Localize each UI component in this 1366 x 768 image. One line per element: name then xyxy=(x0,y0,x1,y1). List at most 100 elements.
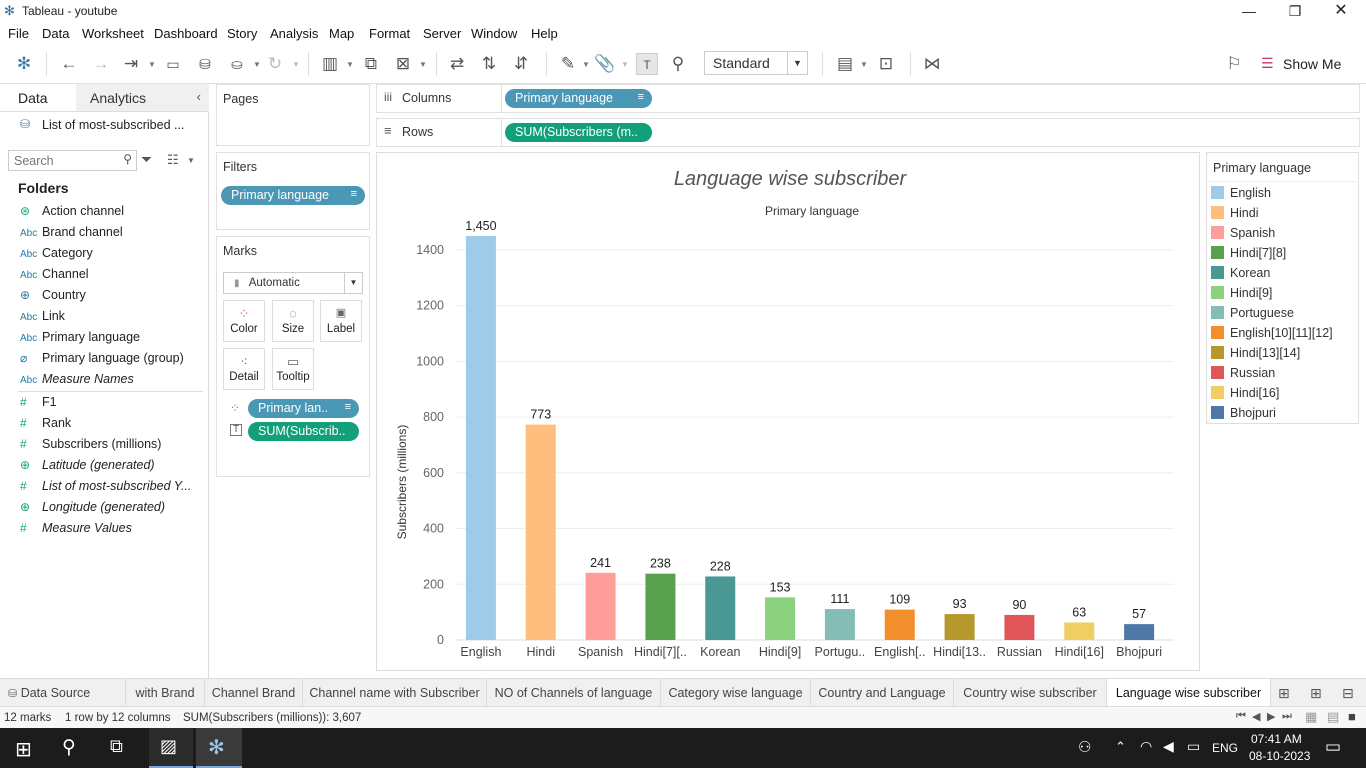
wifi-icon[interactable]: ◠ xyxy=(1140,738,1152,755)
field-latitude[interactable]: ⊕ Latitude (generated) xyxy=(20,458,205,478)
next-sheet-icon[interactable]: ▶ xyxy=(1267,710,1275,723)
save-icon[interactable]: ▭ xyxy=(162,53,184,75)
columns-shelf[interactable]: iii Columns Primary language ≡ xyxy=(376,84,1360,113)
marks-pill-sum-subscribers[interactable]: SUM(Subscrib.. xyxy=(248,422,359,441)
menu-dashboard[interactable]: Dashboard xyxy=(154,26,218,41)
show-me-icon[interactable]: ☰ xyxy=(1261,55,1274,72)
menu-worksheet[interactable]: Worksheet xyxy=(82,26,144,41)
field-brand-channel[interactable]: Abc Brand channel xyxy=(20,225,205,245)
collapse-icon[interactable]: ‹ xyxy=(197,89,201,104)
bar[interactable] xyxy=(1124,624,1155,640)
field-f1[interactable]: # F1 xyxy=(20,395,205,415)
rows-pill-sum-subscribers[interactable]: SUM(Subscribers (m.. xyxy=(505,123,652,142)
legend-item[interactable]: Hindi xyxy=(1211,206,1259,224)
taskbar-photos-app[interactable]: ▨ xyxy=(149,728,193,768)
legend-item[interactable]: Hindi[7][8] xyxy=(1211,246,1286,264)
windows-start-icon[interactable]: ⊞ xyxy=(15,737,32,762)
chevron-down-icon[interactable]: ▼ xyxy=(292,60,300,69)
clock-date[interactable]: 08-10-2023 xyxy=(1249,749,1310,763)
new-story-icon[interactable]: ⊟ xyxy=(1342,685,1354,702)
new-worksheet-icon[interactable]: ▥ xyxy=(319,53,341,75)
last-sheet-icon[interactable]: ⏭ xyxy=(1282,710,1292,723)
field-subscribers[interactable]: # Subscribers (millions) xyxy=(20,437,205,457)
volume-icon[interactable]: ◀ xyxy=(1163,738,1174,755)
view-options-icon[interactable]: ☷ xyxy=(167,152,179,168)
detail-button[interactable]: ⁖ Detail xyxy=(223,348,265,390)
field-longitude[interactable]: ⊕ Longitude (generated) xyxy=(20,500,205,520)
highlight-icon[interactable]: ✎ xyxy=(557,53,579,75)
bar[interactable] xyxy=(525,424,556,640)
chevron-down-icon[interactable]: ▼ xyxy=(860,60,868,69)
legend-item[interactable]: Hindi[13][14] xyxy=(1211,346,1300,364)
chevron-down-icon[interactable]: ▼ xyxy=(148,60,156,69)
pages-shelf[interactable]: Pages xyxy=(216,84,370,146)
datasource-name[interactable]: List of most-subscribed ... xyxy=(42,118,184,132)
menu-format[interactable]: Format xyxy=(369,26,410,41)
bar-chart[interactable]: Language wise subscriber Primary languag… xyxy=(376,152,1200,671)
legend-item[interactable]: English xyxy=(1211,186,1271,204)
menu-file[interactable]: File xyxy=(8,26,29,41)
menu-server[interactable]: Server xyxy=(423,26,461,41)
fit-dropdown[interactable]: Standard ▼ xyxy=(704,51,808,75)
field-rank[interactable]: # Rank xyxy=(20,416,205,436)
chevron-down-icon[interactable]: ▼ xyxy=(253,60,261,69)
clock-time[interactable]: 07:41 AM xyxy=(1251,732,1302,746)
mark-type-dropdown[interactable]: ▮ Automatic ▼ xyxy=(223,272,363,294)
bar[interactable] xyxy=(824,609,855,640)
sheet-tab[interactable]: Category wise language xyxy=(661,679,811,707)
color-button[interactable]: ⁘ Color xyxy=(223,300,265,342)
sheet-sorter-icon[interactable]: ▦ xyxy=(1305,709,1317,725)
show-me-button[interactable]: Show Me xyxy=(1283,56,1341,72)
bar[interactable] xyxy=(465,235,496,640)
tabs-view-icon[interactable]: ■ xyxy=(1348,709,1356,724)
rows-shelf[interactable]: ≡ Rows SUM(Subscribers (m.. xyxy=(376,118,1360,147)
show-cards-icon[interactable]: ▤ xyxy=(834,53,856,75)
chevron-down-icon[interactable]: ▼ xyxy=(787,52,807,74)
field-measure-names[interactable]: Abc Measure Names xyxy=(20,372,205,392)
minimize-button[interactable]: — xyxy=(1226,0,1272,23)
undo-icon[interactable]: ← xyxy=(58,53,80,75)
marks-pill-primary-language[interactable]: Primary lan.. ≡ xyxy=(248,399,359,418)
filmstrip-icon[interactable]: ▤ xyxy=(1327,709,1339,725)
field-country[interactable]: ⊕ Country xyxy=(20,288,205,308)
chevron-down-icon[interactable]: ▼ xyxy=(344,273,362,293)
field-action-channel[interactable]: ⊛ Action channel xyxy=(20,204,205,224)
size-button[interactable]: ◌ Size xyxy=(272,300,314,342)
field-channel[interactable]: Abc Channel xyxy=(20,267,205,287)
field-primary-language-group[interactable]: ⌀ Primary language (group) xyxy=(20,351,205,371)
restore-button[interactable]: ❐ xyxy=(1272,0,1318,23)
chevron-down-icon[interactable]: ▼ xyxy=(419,60,427,69)
filter-icon[interactable]: ⏷ xyxy=(141,151,152,168)
prev-sheet-icon[interactable]: ◀ xyxy=(1252,710,1260,723)
bar[interactable] xyxy=(884,609,915,640)
tab-data-source[interactable]: ⛁ Data Source xyxy=(0,679,126,707)
field-measure-values[interactable]: # Measure Values xyxy=(20,521,205,541)
menu-window[interactable]: Window xyxy=(471,26,517,41)
swap-rows-columns-icon[interactable]: ⇄ xyxy=(446,53,468,75)
tooltip-button[interactable]: ▭ Tooltip xyxy=(272,348,314,390)
tableau-start-icon[interactable]: ✻ xyxy=(13,53,35,75)
language-indicator[interactable]: ENG xyxy=(1212,741,1238,755)
menu-story[interactable]: Story xyxy=(227,26,257,41)
field-primary-language[interactable]: Abc Primary language xyxy=(20,330,205,350)
chevron-down-icon[interactable]: ▼ xyxy=(621,60,629,69)
presentation-mode-icon[interactable]: ⊡ xyxy=(875,53,897,75)
legend-item[interactable]: Hindi[16] xyxy=(1211,386,1279,404)
refresh-icon[interactable]: ↻ xyxy=(264,53,286,75)
duplicate-sheet-icon[interactable]: ⧉ xyxy=(360,53,382,75)
sheet-tab[interactable]: with Brand xyxy=(126,679,205,707)
redo-icon[interactable]: → xyxy=(90,53,112,75)
legend-item[interactable]: Russian xyxy=(1211,366,1275,384)
pin-icon[interactable]: ⚐ xyxy=(1223,53,1245,75)
menu-data[interactable]: Data xyxy=(42,26,69,41)
bar[interactable] xyxy=(1004,614,1035,640)
menu-map[interactable]: Map xyxy=(329,26,354,41)
menu-help[interactable]: Help xyxy=(531,26,558,41)
legend-item[interactable]: Bhojpuri xyxy=(1211,406,1276,424)
sheet-tab[interactable]: Country and Language xyxy=(811,679,954,707)
pause-updates-icon[interactable]: ⛀ xyxy=(226,53,248,75)
tab-analytics[interactable]: Analytics ‹ xyxy=(76,84,209,111)
label-button[interactable]: ▣ Label xyxy=(320,300,362,342)
new-worksheet-icon[interactable]: ⊞ xyxy=(1278,685,1290,702)
close-button[interactable]: ✕ xyxy=(1318,0,1364,23)
